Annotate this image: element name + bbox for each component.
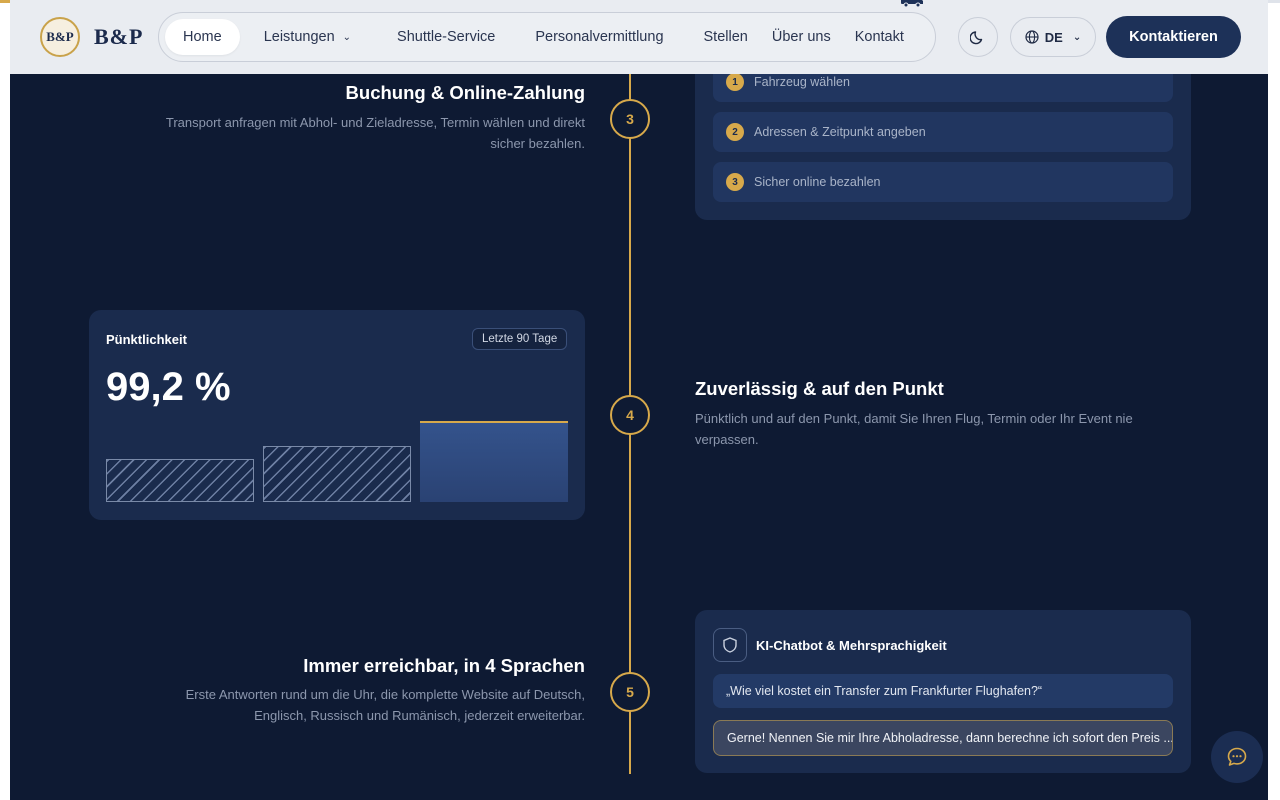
step-3-marker: 3 [610,99,650,139]
chat-bubble-icon [1227,747,1247,766]
moon-icon [970,31,983,45]
period-badge: Letzte 90 Tage [472,328,568,350]
chat-answer-bubble: Gerne! Nennen Sie mir Ihre Abholadresse,… [713,720,1173,756]
logo-seal: B&P [40,17,80,57]
booking-step-item: 3 Sicher online bezahlen [713,162,1173,202]
nav-label: Personalvermittlung [535,29,664,45]
step-4-title: Zuverlässig & auf den Punkt [695,378,944,399]
punctuality-value: 99,2 % [106,365,231,409]
nav-item-ueber-uns[interactable]: Über uns [766,19,849,55]
chatbot-title: KI-Chatbot & Mehrsprachigkeit [756,638,947,653]
step-4-text: Pünktlich und auf den Punkt, damit Sie I… [695,411,1133,447]
chatbot-card: KI-Chatbot & Mehrsprachigkeit „Wie viel … [695,610,1191,773]
chat-question-bubble: „Wie viel kostet ein Transfer zum Frankf… [713,674,1173,708]
language-code: DE [1044,29,1063,45]
main-nav: Home Leistungen ⌄ Shuttle-Service Persona… [158,12,936,62]
punctuality-label: Pünktlichkeit [106,332,187,347]
nav-label: Leistungen [263,29,335,45]
step-number-badge: 1 [726,73,744,91]
nav-label: Über uns [771,29,831,45]
nav-label: Home [183,29,222,45]
step-number-badge: 3 [726,173,744,191]
globe-icon [1025,30,1039,44]
nav-item-kontakt[interactable]: Kontakt [849,19,922,55]
step-5-marker: 5 [610,672,650,712]
booking-step-label: Fahrzeug wählen [754,75,850,89]
nav-item-stellen[interactable]: Stellen [682,19,766,55]
nav-label: Stellen [703,29,748,45]
nav-item-home[interactable]: Home [165,19,240,55]
van-icon [901,0,923,8]
chevron-down-icon: ⌄ [1072,31,1082,43]
language-selector[interactable]: DE ⌄ [1010,17,1096,57]
step-3-title: Buchung & Online-Zahlung [345,82,585,103]
step-5-text: Erste Antworten rund um die Uhr, die kom… [185,687,585,723]
brand-logo[interactable]: B&P B&P [40,17,143,57]
booking-step-item: 2 Adressen & Zeitpunkt angeben [713,112,1173,152]
punctuality-bar [420,421,568,502]
booking-step-label: Adressen & Zeitpunkt angeben [754,125,926,139]
chevron-down-icon: ⌄ [342,31,352,43]
nav-item-shuttle-service[interactable]: Shuttle-Service [369,19,513,55]
step-3-text: Transport anfragen mit Abhol- und Zielad… [165,115,585,151]
logo-wordmark: B&P [94,24,144,49]
step-5-title: Immer erreichbar, in 4 Sprachen [303,655,585,676]
punctuality-bar [263,446,411,502]
nav-item-personalvermittlung[interactable]: Personalvermittlung [513,19,681,55]
punctuality-bar [106,459,254,502]
step-number-badge: 2 [726,123,744,141]
nav-item-leistungen[interactable]: Leistungen ⌄ [240,19,369,55]
contact-button[interactable]: Kontaktieren [1106,16,1241,58]
step-4-marker: 4 [610,395,650,435]
theme-toggle-button[interactable] [958,17,998,57]
booking-step-label: Sicher online bezahlen [754,175,881,189]
nav-label: Kontakt [854,29,904,45]
punctuality-card: Pünktlichkeit Letzte 90 Tage 99,2 % [89,310,585,520]
chat-open-button[interactable] [1211,731,1263,783]
shield-icon [713,628,747,662]
site-header: B&P B&P Home Leistungen ⌄ Shuttle-Service… [10,0,1268,74]
nav-label: Shuttle-Service [397,29,496,45]
